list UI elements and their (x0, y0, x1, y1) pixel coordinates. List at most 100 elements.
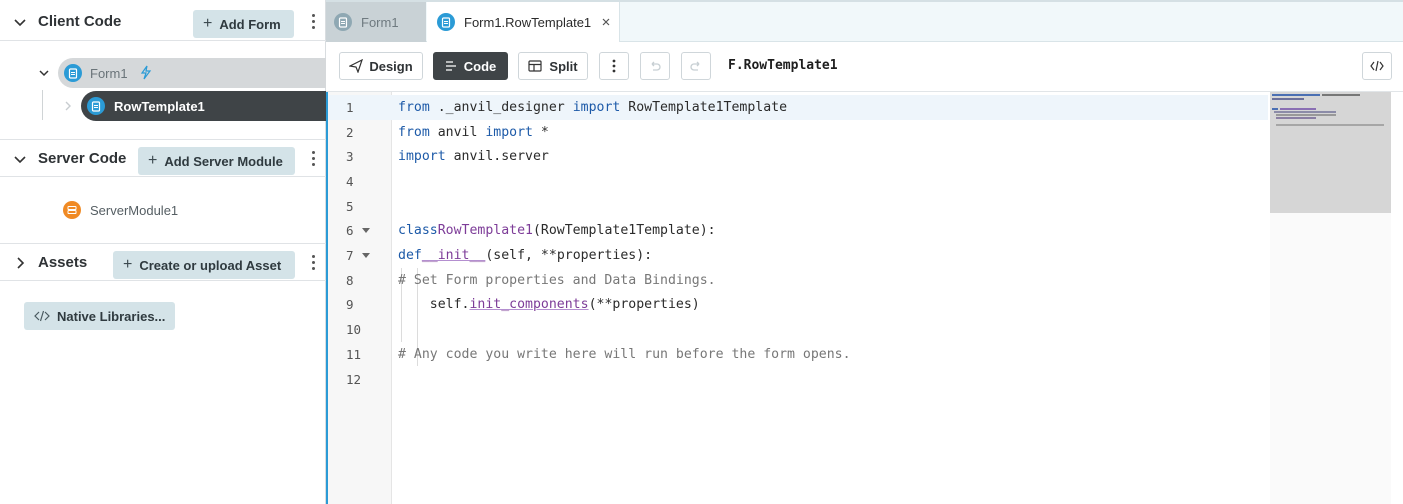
tab-form1-label: Form1 (361, 14, 399, 30)
split-label: Split (549, 58, 578, 74)
minimap-line (1276, 117, 1316, 119)
split-layout-icon (528, 60, 543, 72)
code-line[interactable]: def __init__ (self, **properties): (398, 243, 652, 268)
app-browser-sidebar: Client Code + Add Form Form1 RowTemplate… (0, 0, 326, 504)
native-libraries-button[interactable]: Native Libraries... (24, 302, 175, 330)
form-file-icon (64, 64, 82, 82)
native-libraries-label: Native Libraries... (57, 308, 166, 324)
tree-item-servermodule1[interactable]: ServerModule1 (63, 195, 263, 225)
undo-button[interactable] (640, 52, 670, 80)
server-code-title: Server Code (38, 150, 127, 167)
design-button[interactable]: Design (339, 52, 423, 80)
code-line[interactable]: from ._anvil_designer import RowTemplate… (398, 95, 787, 120)
plus-icon: + (203, 15, 213, 32)
code-brackets-icon (34, 310, 50, 322)
close-icon[interactable] (601, 17, 611, 27)
minimap-line (1274, 111, 1336, 113)
minimap-line (1276, 124, 1384, 126)
code-lines-icon (445, 61, 456, 71)
create-upload-asset-button[interactable]: + Create or upload Asset (113, 251, 295, 279)
chevron-down-icon[interactable] (13, 152, 27, 166)
code-line[interactable]: class RowTemplate1 (RowTemplate1Template)… (398, 218, 716, 243)
client-code-title: Client Code (38, 13, 122, 30)
line-number-gutter: 1 2 3 4 5 6 7 8 9 10 11 12 (328, 92, 392, 504)
editor-tab-bar: Form1 Form1.RowTemplate1 (326, 0, 1403, 42)
client-code-header[interactable]: Client Code + Add Form (0, 3, 326, 41)
servermodule1-label: ServerModule1 (90, 202, 179, 218)
line-number: 3 (346, 148, 354, 164)
form-file-icon (437, 13, 455, 31)
rowtemplate1-label: RowTemplate1 (114, 99, 205, 114)
add-form-label: Add Form (219, 16, 281, 32)
tree-item-form1[interactable]: Form1 (58, 58, 326, 88)
code-brackets-icon (1370, 60, 1384, 72)
lightning-icon (140, 65, 152, 80)
redo-button[interactable] (681, 52, 711, 80)
client-code-menu-icon[interactable] (308, 12, 318, 34)
tab-form1[interactable]: Form1 (326, 2, 426, 42)
add-server-module-label: Add Server Module (164, 153, 283, 169)
server-code-menu-icon[interactable] (308, 149, 318, 171)
line-number: 7 (346, 247, 354, 263)
code-minimap[interactable] (1270, 92, 1391, 504)
more-options-button[interactable] (599, 52, 629, 80)
assets-header[interactable]: Assets + Create or upload Asset (0, 243, 326, 281)
code-line[interactable]: # Any code you write here will run befor… (398, 342, 851, 367)
redo-icon (690, 61, 700, 71)
design-label: Design (369, 58, 413, 74)
form-file-icon (334, 13, 352, 31)
tree-item-rowtemplate1-row: RowTemplate1 (0, 91, 326, 121)
minimap-line (1276, 114, 1336, 116)
minimap-line (1272, 98, 1304, 100)
form-file-icon (87, 97, 105, 115)
line-number: 5 (346, 198, 354, 214)
create-upload-asset-label: Create or upload Asset (139, 257, 282, 273)
fold-arrow-icon[interactable] (362, 228, 370, 233)
add-server-module-button[interactable]: + Add Server Module (138, 147, 295, 175)
code-line[interactable]: self. init_components (**properties) (398, 292, 700, 317)
anvil-editor-app: Client Code + Add Form Form1 RowTemplate… (0, 0, 1403, 504)
server-module-icon (63, 201, 81, 219)
plus-icon: + (123, 256, 133, 273)
line-number: 12 (346, 371, 362, 387)
fold-arrow-icon[interactable] (362, 253, 370, 258)
chevron-right-icon[interactable] (63, 100, 73, 112)
chevron-down-icon[interactable] (38, 67, 50, 79)
tab-form1-rowtemplate1-label: Form1.RowTemplate1 (464, 14, 592, 30)
paper-plane-icon (349, 59, 364, 73)
assets-title: Assets (38, 254, 88, 271)
minimap-line (1322, 94, 1360, 96)
code-view-toggle-button[interactable] (1362, 52, 1392, 80)
line-number: 8 (346, 272, 354, 288)
code-line[interactable]: # Set Form properties and Data Bindings. (398, 268, 716, 293)
line-number: 6 (346, 222, 354, 238)
tree-item-rowtemplate1[interactable]: RowTemplate1 (81, 91, 326, 121)
kebab-menu-icon (612, 59, 616, 73)
line-number: 9 (346, 296, 354, 312)
add-form-button[interactable]: + Add Form (193, 10, 294, 38)
minimap-line (1272, 94, 1320, 96)
assets-menu-icon[interactable] (308, 253, 318, 275)
split-button[interactable]: Split (518, 52, 588, 80)
tree-item-form1-row: Form1 (0, 58, 326, 88)
server-code-header[interactable]: Server Code + Add Server Module (0, 139, 326, 177)
undo-icon (651, 61, 661, 71)
minimap-line (1280, 108, 1316, 110)
tab-form1-rowtemplate1[interactable]: Form1.RowTemplate1 (427, 2, 620, 42)
code-editor[interactable]: 1 2 3 4 5 6 7 8 9 10 11 12 from ._anvil_… (326, 92, 1403, 504)
code-label: Code (463, 58, 497, 74)
editor-toolbar: Design Code Split F.RowTemplate1 (326, 42, 1403, 92)
current-file-label: F.RowTemplate1 (728, 58, 838, 73)
chevron-down-icon[interactable] (13, 15, 27, 29)
code-button[interactable]: Code (433, 52, 508, 80)
code-line[interactable]: import anvil.server (398, 144, 549, 169)
code-line[interactable]: from anvil import * (398, 120, 549, 145)
line-number: 1 (328, 95, 392, 120)
chevron-right-icon[interactable] (13, 256, 27, 270)
line-number: 11 (346, 346, 362, 362)
form1-label: Form1 (90, 66, 128, 81)
plus-icon: + (148, 152, 158, 169)
line-number: 4 (346, 173, 354, 189)
line-number: 2 (346, 124, 354, 140)
minimap-line (1272, 108, 1278, 110)
